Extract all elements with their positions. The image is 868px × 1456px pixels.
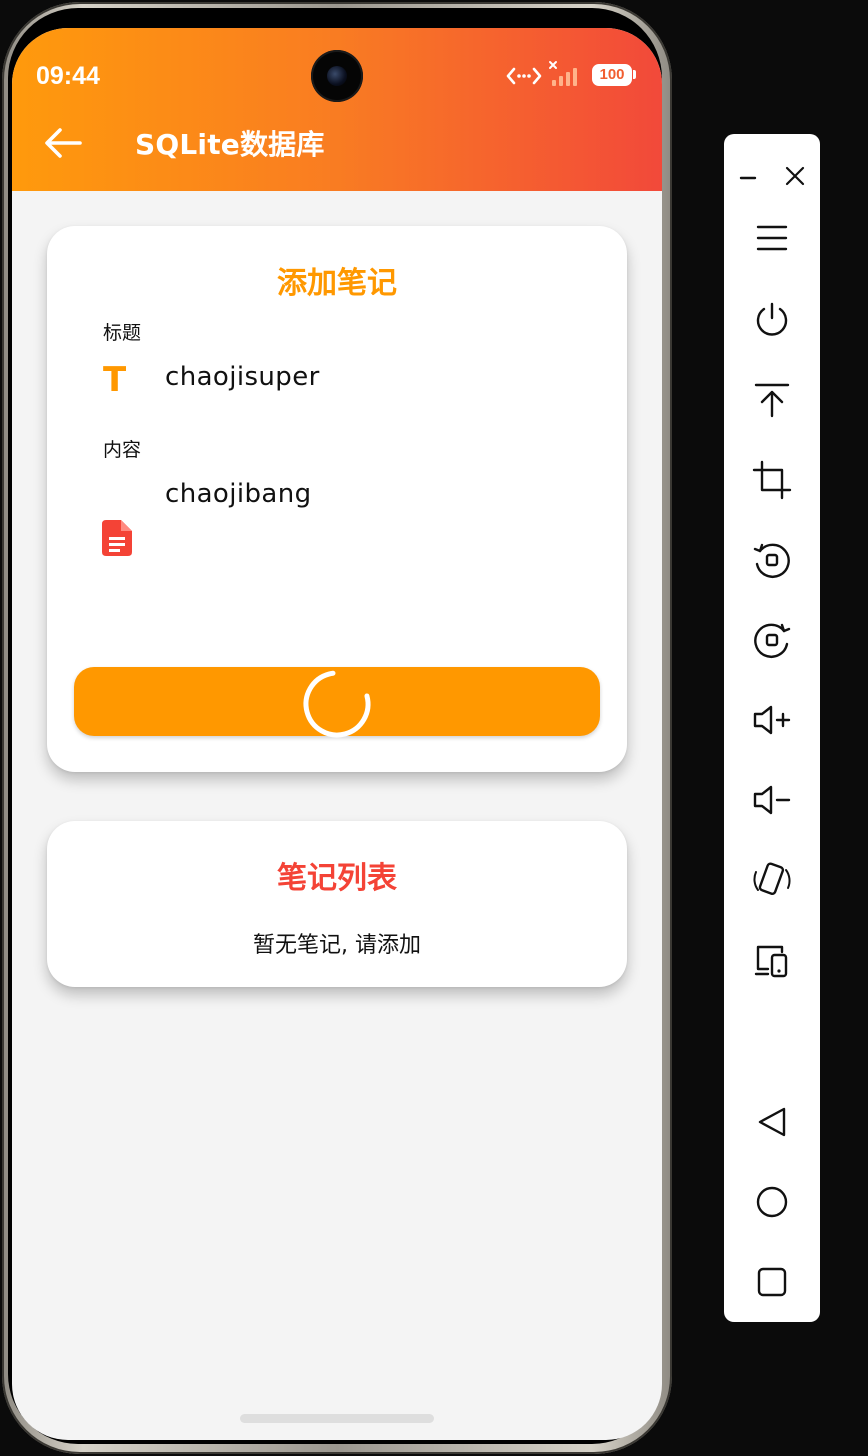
power-button[interactable]: [750, 298, 794, 342]
loading-spinner-icon: [303, 670, 371, 738]
move-to-top-icon: [754, 383, 790, 418]
rotate-right-button[interactable]: [750, 618, 794, 662]
camera-lens: [327, 66, 347, 86]
page-title: SQLite数据库: [135, 128, 325, 161]
title-field-label: 标题: [103, 322, 142, 344]
close-icon[interactable]: [782, 146, 808, 186]
title-icon: T: [103, 360, 127, 400]
volume-down-button[interactable]: [750, 778, 794, 822]
content-input[interactable]: chaojibang: [165, 479, 311, 509]
content-field-label: 内容: [103, 439, 142, 461]
home-indicator[interactable]: [240, 1414, 434, 1423]
rotate-right-icon: [754, 623, 791, 658]
add-note-button[interactable]: [74, 667, 600, 738]
volume-down-icon: [753, 785, 791, 815]
battery-icon: 100: [592, 64, 632, 86]
square-recents-icon: [757, 1267, 787, 1297]
arrow-left-icon[interactable]: [40, 123, 84, 163]
menu-icon: [756, 225, 788, 251]
data-transfer-icon: [506, 67, 542, 85]
note-list-card: 笔记列表 暂无笔记, 请添加: [47, 821, 627, 987]
volume-up-button[interactable]: [750, 698, 794, 742]
title-input[interactable]: chaojisuper: [165, 362, 320, 392]
triangle-back-icon: [758, 1107, 786, 1137]
circle-home-icon: [756, 1186, 788, 1218]
menu-button[interactable]: [750, 216, 794, 260]
phone-screen: 09:44 100 SQLite数据库 添加笔记 标题 T chaojisupe…: [12, 28, 662, 1440]
rotate-left-button[interactable]: [750, 538, 794, 582]
crop-button[interactable]: [750, 458, 794, 502]
rotate-left-icon: [753, 543, 790, 578]
battery-tip: [633, 70, 636, 79]
signal-icon: [549, 61, 577, 86]
crop-icon: [752, 460, 792, 500]
minimize-icon[interactable]: [738, 146, 758, 186]
empty-list-text: 暂无笔记, 请添加: [253, 933, 421, 958]
rotate-device-button[interactable]: [750, 858, 794, 902]
document-icon: [102, 520, 132, 556]
add-note-title: 添加笔记: [277, 266, 397, 301]
note-list-title: 笔记列表: [277, 861, 397, 896]
switch-display-icon: [754, 945, 788, 978]
rotate-device-icon: [753, 862, 791, 895]
volume-up-icon: [753, 705, 791, 735]
add-note-card: 添加笔记 标题 T chaojisuper 内容 chaojibang: [47, 226, 627, 772]
nav-back-button[interactable]: [750, 1100, 794, 1144]
switch-display-button[interactable]: [750, 938, 794, 982]
move-to-top-button[interactable]: [750, 378, 794, 422]
emulator-toolbar: [724, 134, 820, 1322]
status-time: 09:44: [36, 62, 100, 90]
power-icon: [756, 302, 788, 336]
emulator-stage: 09:44 100 SQLite数据库 添加笔记 标题 T chaojisupe…: [0, 0, 868, 1456]
front-camera: [311, 50, 363, 102]
nav-home-button[interactable]: [750, 1180, 794, 1224]
nav-recents-button[interactable]: [750, 1260, 794, 1304]
app-header: 09:44 100 SQLite数据库: [12, 28, 662, 191]
